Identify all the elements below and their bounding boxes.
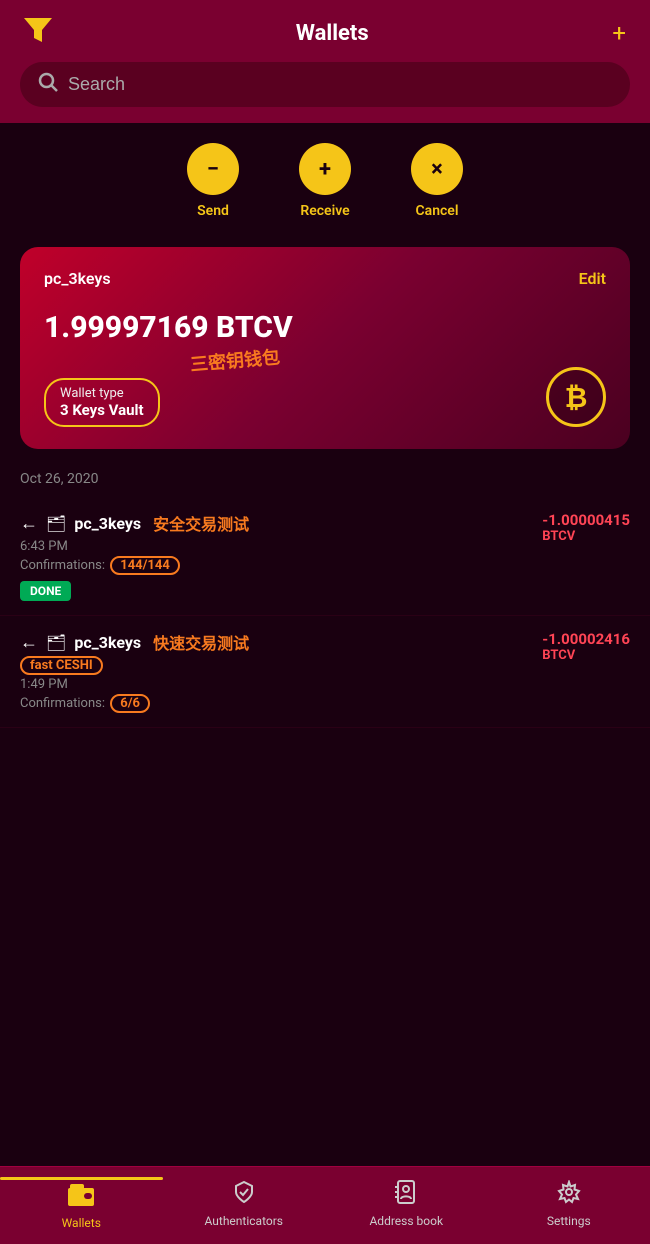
bitcoin-symbol: ₿	[565, 381, 588, 414]
bitcoin-logo: ₿	[546, 367, 606, 427]
tx-time-2: 1:49 PM	[20, 677, 542, 692]
nav-item-authenticators[interactable]: Authenticators	[163, 1180, 326, 1228]
action-buttons-row: − Send + Receive × Cancel	[0, 123, 650, 229]
wallet-balance: 1.99997169 BTCV	[44, 310, 606, 345]
wallet-type-badge: Wallet type 3 Keys Vault	[44, 378, 160, 427]
authenticators-icon	[232, 1180, 256, 1210]
tx-confirm-value-2: 6/6	[110, 694, 150, 713]
wallet-card-wrapper: pc_3keys Edit 1.99997169 BTCV Wallet typ…	[0, 229, 650, 467]
tx-wallet-icon: 🗂	[46, 633, 66, 652]
tx-wallet-name: pc_3keys	[74, 514, 141, 533]
send-button[interactable]: − Send	[187, 143, 239, 219]
tx-wallet-name: pc_3keys	[74, 633, 141, 652]
tx-fast-label: fast CESHI	[20, 658, 542, 673]
cancel-circle: ×	[411, 143, 463, 195]
wallet-card[interactable]: pc_3keys Edit 1.99997169 BTCV Wallet typ…	[20, 247, 630, 449]
transaction-date: Oct 26, 2020	[0, 467, 650, 497]
bottom-navigation: Wallets Authenticators Address book	[0, 1166, 650, 1244]
nav-spacer	[0, 728, 650, 808]
tx-confirm-value-1: 144/144	[110, 556, 180, 575]
wallet-footer: Wallet type 3 Keys Vault ₿	[44, 367, 606, 427]
nav-item-wallets[interactable]: Wallets	[0, 1177, 163, 1230]
tx-confirmations-1: Confirmations: 144/144	[20, 556, 542, 575]
wallets-icon	[68, 1184, 94, 1212]
tx-fast-badge: fast CESHI	[20, 656, 103, 675]
receive-circle: +	[299, 143, 351, 195]
wallet-type-value: 3 Keys Vault	[60, 401, 144, 419]
tx-title-row: ← 🗂 pc_3keys 安全交易测试	[20, 511, 542, 535]
receive-label: Receive	[300, 203, 349, 219]
tx-status-done-1: DONE	[20, 581, 71, 601]
settings-icon	[557, 1180, 581, 1210]
page-title: Wallets	[296, 21, 369, 46]
tx-right-col: -1.00000415 BTCV	[542, 511, 630, 544]
transaction-item[interactable]: ← 🗂 pc_3keys 快速交易测试 fast CESHI 1:49 PM C…	[0, 616, 650, 728]
wallet-type-label: Wallet type	[60, 386, 144, 401]
tx-wallet-icon: 🗂	[46, 514, 66, 533]
tx-amount-1: -1.00000415	[542, 511, 630, 529]
nav-label-address-book: Address book	[369, 1214, 443, 1228]
tx-time-1: 6:43 PM	[20, 539, 542, 554]
search-bar-container	[0, 62, 650, 123]
nav-label-wallets: Wallets	[62, 1216, 101, 1230]
nav-label-authenticators: Authenticators	[205, 1214, 283, 1228]
nav-label-settings: Settings	[547, 1214, 591, 1228]
nav-item-settings[interactable]: Settings	[488, 1180, 650, 1228]
tx-arrow-icon: ←	[20, 513, 38, 534]
send-circle: −	[187, 143, 239, 195]
filter-icon[interactable]	[24, 18, 52, 48]
tx-title-row: ← 🗂 pc_3keys 快速交易测试	[20, 630, 542, 654]
cancel-label: Cancel	[416, 203, 459, 219]
search-wrapper	[20, 62, 630, 107]
receive-button[interactable]: + Receive	[299, 143, 351, 219]
tx-amount-2: -1.00002416	[542, 630, 630, 648]
transaction-item[interactable]: ← 🗂 pc_3keys 安全交易测试 6:43 PM Confirmation…	[0, 497, 650, 616]
nav-item-address-book[interactable]: Address book	[325, 1180, 488, 1228]
tx-row: ← 🗂 pc_3keys 快速交易测试 fast CESHI 1:49 PM C…	[20, 630, 630, 713]
tx-left-col: ← 🗂 pc_3keys 快速交易测试 fast CESHI 1:49 PM C…	[20, 630, 542, 713]
tx-row: ← 🗂 pc_3keys 安全交易测试 6:43 PM Confirmation…	[20, 511, 630, 601]
send-label: Send	[197, 203, 229, 219]
address-book-icon	[395, 1180, 417, 1210]
tx-arrow-icon: ←	[20, 632, 38, 653]
tx-currency-1: BTCV	[542, 529, 630, 544]
search-icon	[38, 72, 58, 97]
cancel-button[interactable]: × Cancel	[411, 143, 463, 219]
tx-chinese-label-2: 快速交易测试	[153, 630, 249, 654]
app-header: Wallets +	[0, 0, 650, 62]
add-wallet-icon[interactable]: +	[612, 19, 626, 47]
tx-confirmations-2: Confirmations: 6/6	[20, 694, 542, 713]
wallet-name: pc_3keys	[44, 269, 111, 288]
wallet-edit-button[interactable]: Edit	[579, 269, 606, 288]
tx-left-col: ← 🗂 pc_3keys 安全交易测试 6:43 PM Confirmation…	[20, 511, 542, 601]
tx-chinese-label-1: 安全交易测试	[153, 511, 249, 535]
search-input[interactable]	[68, 74, 612, 95]
wallets-active-bar	[0, 1177, 163, 1180]
tx-currency-2: BTCV	[542, 648, 630, 663]
tx-right-col: -1.00002416 BTCV	[542, 630, 630, 663]
